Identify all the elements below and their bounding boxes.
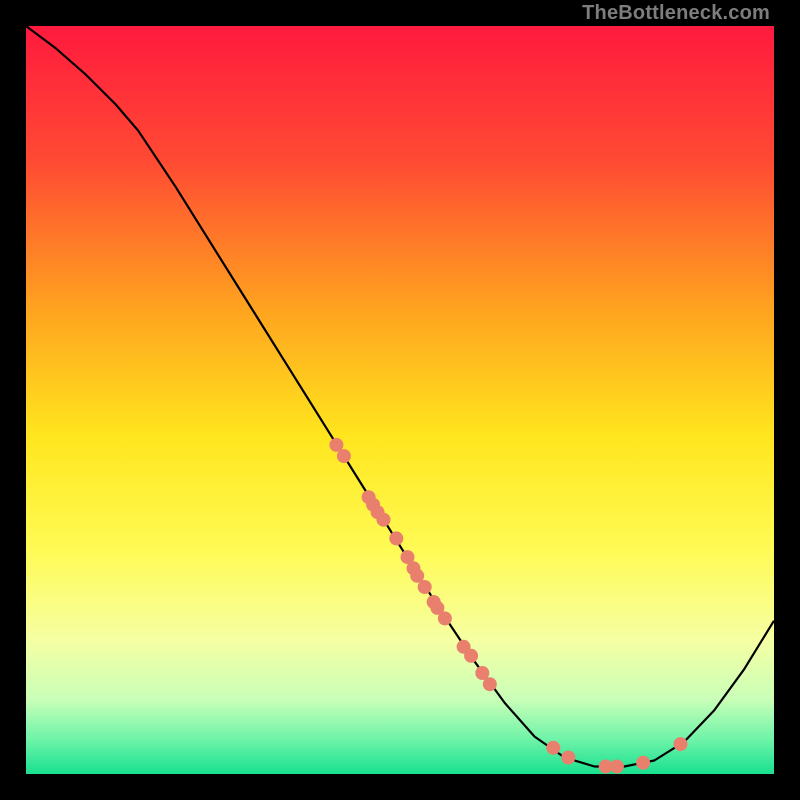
scatter-point [546,741,560,755]
scatter-point [610,760,624,774]
scatter-point [337,449,351,463]
scatter-point [418,580,432,594]
scatter-point [438,611,452,625]
scatter-point [561,751,575,765]
watermark-text: TheBottleneck.com [582,2,770,25]
scatter-point [464,649,478,663]
chart-frame [26,26,774,774]
scatter-point [389,531,403,545]
chart-svg [26,26,774,774]
scatter-point [483,677,497,691]
chart-background [26,26,774,774]
scatter-point [377,513,391,527]
scatter-point [636,756,650,770]
scatter-point [674,737,688,751]
